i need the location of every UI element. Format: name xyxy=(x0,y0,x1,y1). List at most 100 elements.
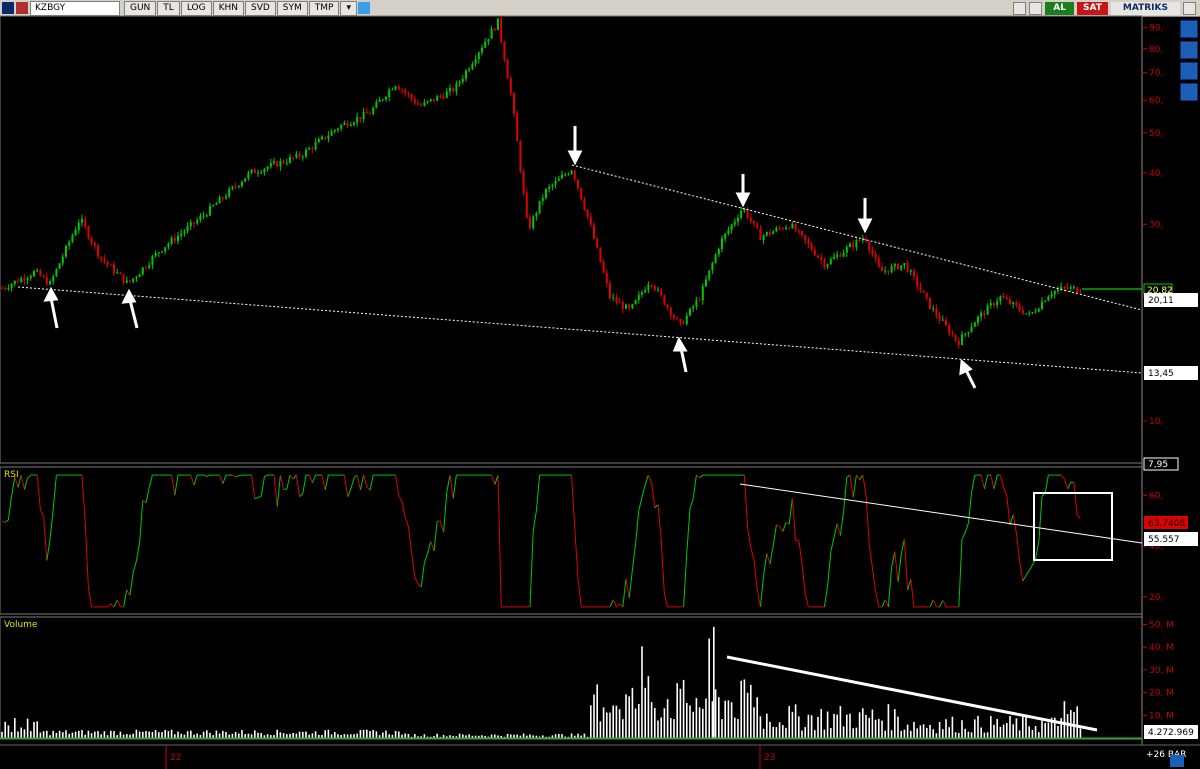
candle-body xyxy=(852,243,855,248)
volume-bar xyxy=(855,727,858,738)
volume-bar xyxy=(830,727,832,738)
volume-bar xyxy=(894,709,896,738)
volume-bar xyxy=(350,734,352,738)
volume-bar xyxy=(1006,722,1008,738)
candle-body xyxy=(452,87,455,92)
volume-bar xyxy=(833,713,835,738)
candle-body xyxy=(663,295,666,305)
volume-bar xyxy=(638,703,640,738)
candle-body xyxy=(961,334,963,346)
volume-bar xyxy=(516,734,518,738)
candle-body xyxy=(669,307,672,316)
candle-body xyxy=(420,104,423,106)
candle-body xyxy=(477,52,480,60)
volume-bar xyxy=(1022,716,1024,738)
volume-bar xyxy=(820,709,822,738)
candle-body xyxy=(327,135,330,139)
volume-bar xyxy=(996,719,998,738)
volume-bar xyxy=(1015,718,1018,738)
volume-bar xyxy=(718,697,720,738)
volume-bar xyxy=(4,721,6,738)
volume-bar xyxy=(766,713,768,738)
volume-bar xyxy=(846,714,848,738)
candle-body xyxy=(788,227,791,229)
candle-body xyxy=(353,122,355,125)
volume-bar xyxy=(330,734,333,738)
candle-body xyxy=(23,278,26,281)
candle-body xyxy=(785,227,787,230)
candle-body xyxy=(522,171,525,193)
volume-bar xyxy=(206,730,208,738)
candle-body xyxy=(1028,312,1031,314)
candle-body xyxy=(148,264,151,268)
volume-bar xyxy=(135,729,138,738)
volume-bar xyxy=(977,715,979,738)
volume-bar xyxy=(734,717,736,738)
candle-body xyxy=(1012,302,1015,305)
candle-body xyxy=(586,209,589,217)
volume-bar xyxy=(817,716,819,738)
volume-bar xyxy=(938,721,941,738)
candle-body xyxy=(737,217,739,222)
candle-body xyxy=(324,136,327,139)
volume-bar xyxy=(986,732,989,738)
candle-body xyxy=(29,276,32,279)
volume-bar xyxy=(660,717,662,738)
candle-body xyxy=(570,170,573,175)
candle-body xyxy=(321,136,323,140)
candle-body xyxy=(801,230,803,236)
candle-body xyxy=(314,142,317,150)
candle-body xyxy=(282,160,285,163)
candle-body xyxy=(362,111,365,120)
candle-body xyxy=(39,270,42,276)
candle-body xyxy=(119,272,122,275)
candle-body xyxy=(170,237,173,244)
candle-body xyxy=(1041,301,1043,309)
volume-bar xyxy=(97,731,99,738)
volume-bar xyxy=(468,734,470,738)
volume-bar xyxy=(244,734,246,738)
candle-body xyxy=(973,322,976,327)
candle-body xyxy=(765,232,768,236)
volume-bar xyxy=(695,698,698,738)
candle-body xyxy=(906,263,909,272)
volume-bar xyxy=(30,731,32,738)
candle-body xyxy=(407,92,410,95)
candle-body xyxy=(935,308,938,316)
rsi-axis: 60,40,20, xyxy=(1142,491,1163,603)
rsi-tick-label: 20, xyxy=(1149,593,1163,603)
candle-body xyxy=(897,264,899,270)
candle-body xyxy=(461,78,464,82)
candle-body xyxy=(1025,313,1027,315)
candle-body xyxy=(1021,310,1024,314)
candle-body xyxy=(471,63,474,69)
candle-body xyxy=(263,169,266,173)
volume-bar xyxy=(42,731,45,738)
volume-bar xyxy=(529,734,531,738)
volume-bar xyxy=(68,733,70,738)
chart-canvas[interactable]: 90, 80, 70, 60, 50, 40, 30, 20, 10, 60,40,20, 50… xyxy=(0,0,1200,769)
candle-body xyxy=(1044,300,1047,302)
volume-bar xyxy=(436,733,438,738)
candle-body xyxy=(794,223,797,231)
price-tick-label: 70, xyxy=(1149,69,1163,79)
volume-bar xyxy=(462,734,464,738)
volume-bar xyxy=(945,719,947,738)
price-tag-1-value: 20,11 xyxy=(1148,296,1174,306)
volume-bar xyxy=(1009,716,1011,738)
candle-body xyxy=(423,102,426,106)
volume-bar xyxy=(759,716,762,738)
volume-bar xyxy=(935,733,938,738)
candle-body xyxy=(637,294,640,301)
candle-body xyxy=(833,256,835,259)
volume-bar xyxy=(602,707,605,738)
candle-body xyxy=(551,184,554,187)
volume-bar xyxy=(238,733,240,738)
settings-icon[interactable] xyxy=(1170,755,1184,767)
volume-bar xyxy=(692,711,694,738)
candle-body xyxy=(490,28,493,39)
volume-bar xyxy=(510,734,512,738)
volume-bar xyxy=(913,721,915,738)
candle-body xyxy=(266,166,269,170)
candle-body xyxy=(138,274,141,277)
